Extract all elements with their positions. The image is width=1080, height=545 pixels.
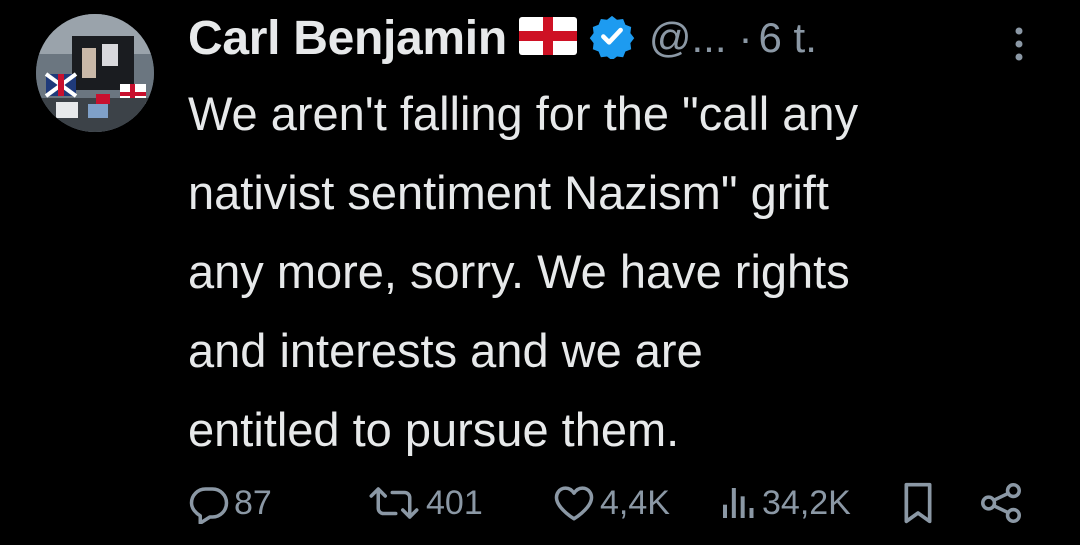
reply-icon bbox=[189, 487, 229, 524]
tweet-header: Carl Benjamin @... · 6 t. bbox=[188, 8, 1048, 68]
bookmark-icon bbox=[904, 482, 932, 524]
tweet-text-line: and interests and we are bbox=[188, 324, 703, 377]
reply-button[interactable]: 87 bbox=[188, 475, 272, 531]
tweet-text-line: any more, sorry. We have rights bbox=[188, 245, 850, 298]
verified-badge-icon bbox=[589, 13, 635, 64]
heart-icon bbox=[554, 486, 594, 521]
more-options-button[interactable] bbox=[1004, 24, 1034, 69]
bookmark-button[interactable] bbox=[898, 475, 938, 531]
like-button[interactable]: 4,4K bbox=[552, 475, 670, 531]
author-name[interactable]: Carl Benjamin bbox=[188, 11, 507, 66]
views-button[interactable]: 34,2K bbox=[718, 475, 851, 531]
tweet-timestamp[interactable]: 6 t. bbox=[759, 14, 817, 62]
tweet-text: We aren't falling for the "call any nati… bbox=[188, 74, 1058, 469]
action-bar: 87 401 4,4K 34,2K bbox=[0, 475, 1080, 531]
repost-button[interactable]: 401 bbox=[366, 475, 483, 531]
repost-icon bbox=[369, 487, 419, 519]
more-vertical-icon bbox=[1015, 27, 1023, 61]
avatar[interactable] bbox=[36, 14, 154, 132]
views-icon bbox=[723, 488, 754, 518]
reply-count: 87 bbox=[234, 483, 272, 522]
share-icon bbox=[981, 483, 1021, 523]
tweet-text-line: entitled to pursue them. bbox=[188, 403, 680, 456]
tweet-text-line: We aren't falling for the "call any bbox=[188, 87, 859, 140]
tweet[interactable]: Carl Benjamin @... · 6 t. We aren't fall… bbox=[0, 0, 1080, 545]
england-flag-icon bbox=[518, 16, 577, 60]
like-count: 4,4K bbox=[600, 483, 670, 522]
avatar-image bbox=[36, 14, 154, 132]
tweet-text-line: nativist sentiment Nazism" grift bbox=[188, 166, 829, 219]
views-count: 34,2K bbox=[762, 483, 851, 522]
author-handle[interactable]: @... bbox=[649, 14, 727, 62]
repost-count: 401 bbox=[426, 483, 483, 522]
share-button[interactable] bbox=[978, 475, 1024, 531]
header-separator: · bbox=[738, 14, 753, 61]
